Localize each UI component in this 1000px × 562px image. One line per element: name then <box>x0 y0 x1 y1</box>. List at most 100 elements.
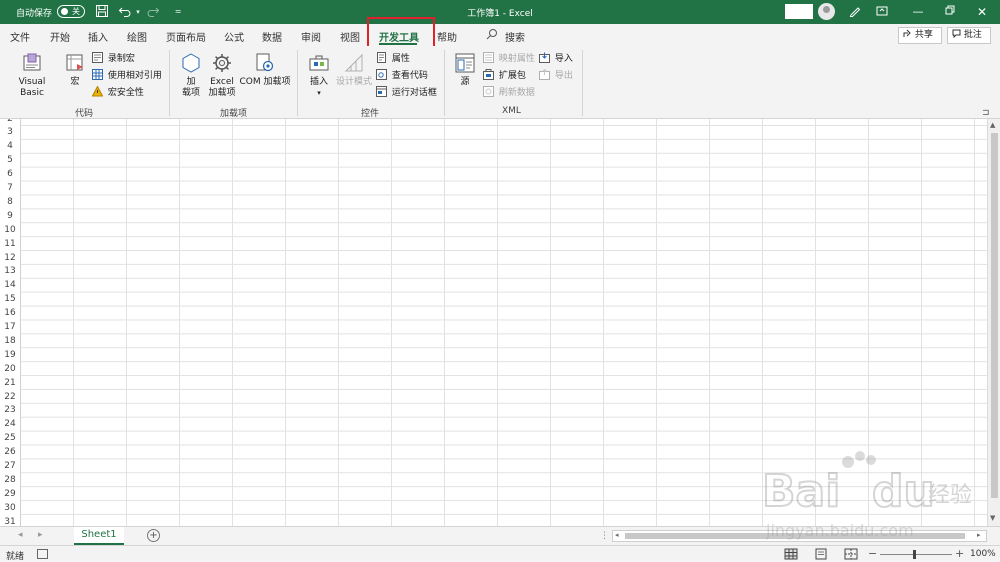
visual-basic-button[interactable]: Visual Basic <box>6 52 58 99</box>
expansion-packs-button[interactable]: 扩展包 <box>483 69 526 82</box>
view-code-label: 查看代码 <box>391 71 428 81</box>
scroll-up-icon[interactable]: ▲ <box>990 121 995 129</box>
relative-refs-button[interactable]: 使用相对引用 <box>92 69 162 82</box>
collapse-ribbon-icon[interactable]: ⊐ <box>982 108 990 118</box>
macros-button[interactable]: 宏 <box>62 52 88 88</box>
row-header[interactable]: 17 <box>0 320 20 334</box>
addins-button[interactable]: 加 载项 <box>178 52 204 99</box>
xml-source-button[interactable]: 源 <box>452 52 478 88</box>
tab-view[interactable]: 视图 <box>340 29 360 44</box>
avatar-icon[interactable] <box>818 3 835 20</box>
next-sheet-icon[interactable]: ▸ <box>38 530 43 540</box>
xml-source-icon <box>455 53 475 73</box>
vertical-scroll-thumb[interactable] <box>991 133 998 498</box>
account-name-box[interactable] <box>785 4 813 19</box>
view-code-button[interactable]: 查看代码 <box>376 69 428 82</box>
row-header[interactable]: 20 <box>0 362 20 376</box>
import-button[interactable]: 导入 <box>539 52 573 65</box>
row-header[interactable]: 30 <box>0 501 20 515</box>
group-label-addins: 加载项 <box>220 109 248 119</box>
row-header[interactable]: 31 <box>0 515 20 526</box>
share-button[interactable]: 共享 <box>898 27 942 44</box>
ribbon-display-icon[interactable] <box>874 4 890 20</box>
insert-control-button[interactable]: 插入 ▾ <box>305 52 333 99</box>
row-header[interactable]: 23 <box>0 403 20 417</box>
row-header[interactable]: 16 <box>0 306 20 320</box>
tab-search[interactable]: 搜索 <box>505 29 525 44</box>
row-header[interactable]: 4 <box>0 139 20 153</box>
zoom-in-icon[interactable]: + <box>955 547 964 560</box>
row-header[interactable]: 25 <box>0 431 20 445</box>
row-header[interactable]: 19 <box>0 348 20 362</box>
developer-tab-highlight <box>367 17 435 48</box>
row-header[interactable]: 9 <box>0 209 20 223</box>
macro-record-icon[interactable] <box>37 549 48 559</box>
com-addins-button[interactable]: COM 加载项 <box>238 52 292 88</box>
record-macro-label: 录制宏 <box>107 54 135 64</box>
prev-sheet-icon[interactable]: ◂ <box>18 530 23 540</box>
tab-page-layout[interactable]: 页面布局 <box>166 29 206 44</box>
close-icon[interactable]: ✕ <box>974 4 990 20</box>
normal-view-icon[interactable] <box>784 548 798 560</box>
tab-data[interactable]: 数据 <box>262 29 282 44</box>
tab-insert[interactable]: 插入 <box>88 29 108 44</box>
row-header[interactable]: 28 <box>0 473 20 487</box>
row-header[interactable]: 10 <box>0 223 20 237</box>
pen-icon[interactable] <box>847 4 863 20</box>
tab-split-handle[interactable]: ⋮ <box>600 531 609 541</box>
tab-file[interactable]: 文件 <box>10 29 30 44</box>
zoom-level[interactable]: 100% <box>970 549 996 559</box>
tab-review[interactable]: 审阅 <box>301 29 321 44</box>
zoom-slider[interactable] <box>880 554 952 555</box>
map-properties-button[interactable]: 映射属性 <box>483 52 535 65</box>
row-header[interactable]: 15 <box>0 292 20 306</box>
row-header[interactable]: 27 <box>0 459 20 473</box>
macros-icon <box>66 54 83 71</box>
zoom-out-icon[interactable]: − <box>868 547 877 560</box>
run-dialog-button[interactable]: 运行对话框 <box>376 86 437 99</box>
scroll-down-icon[interactable]: ▼ <box>990 514 995 522</box>
row-header[interactable]: 12 <box>0 251 20 265</box>
macro-security-button[interactable]: 宏安全性 <box>92 86 144 99</box>
row-header[interactable]: 8 <box>0 195 20 209</box>
row-headers: 2345678910111213141516171819202122232425… <box>0 119 21 526</box>
row-header[interactable]: 22 <box>0 390 20 404</box>
page-layout-view-icon[interactable] <box>814 548 828 560</box>
vertical-scrollbar[interactable]: ▲ ▼ <box>987 119 1000 526</box>
import-icon <box>539 52 550 63</box>
tab-draw[interactable]: 绘图 <box>127 29 147 44</box>
com-addins-label: COM 加载项 <box>239 77 291 87</box>
tab-help[interactable]: 帮助 <box>437 29 457 44</box>
search-icon[interactable] <box>485 27 499 41</box>
row-header[interactable]: 24 <box>0 417 20 431</box>
excel-addins-button[interactable]: Excel 加载项 <box>206 52 238 99</box>
tab-formulas[interactable]: 公式 <box>224 29 244 44</box>
row-header[interactable]: 26 <box>0 445 20 459</box>
row-header[interactable]: 29 <box>0 487 20 501</box>
record-macro-button[interactable]: 录制宏 <box>92 52 135 65</box>
row-header[interactable]: 13 <box>0 264 20 278</box>
row-header[interactable]: 3 <box>0 125 20 139</box>
properties-button[interactable]: 属性 <box>376 52 410 65</box>
restore-icon[interactable] <box>942 4 958 20</box>
row-header[interactable]: 5 <box>0 153 20 167</box>
refresh-data-button[interactable]: 刷新数据 <box>483 86 535 99</box>
design-mode-button[interactable]: 设计模式 <box>334 52 374 88</box>
add-sheet-icon[interactable]: + <box>147 529 160 542</box>
macros-label: 宏 <box>70 77 80 87</box>
tab-home[interactable]: 开始 <box>50 29 70 44</box>
row-header[interactable]: 7 <box>0 181 20 195</box>
row-header[interactable]: 6 <box>0 167 20 181</box>
export-button[interactable]: 导出 <box>539 69 573 82</box>
row-header[interactable]: 18 <box>0 334 20 348</box>
sheet-tab[interactable]: Sheet1 <box>74 527 124 545</box>
excel-addins-label-line1: Excel <box>210 77 234 87</box>
comments-button[interactable]: 批注 <box>947 27 991 44</box>
row-header[interactable]: 11 <box>0 237 20 251</box>
row-header[interactable]: 21 <box>0 376 20 390</box>
scroll-left-icon[interactable]: ◂ <box>615 531 619 539</box>
page-break-view-icon[interactable] <box>844 548 858 560</box>
zoom-slider-knob[interactable] <box>913 550 916 559</box>
row-header[interactable]: 14 <box>0 278 20 292</box>
minimize-icon[interactable]: — <box>910 4 926 20</box>
